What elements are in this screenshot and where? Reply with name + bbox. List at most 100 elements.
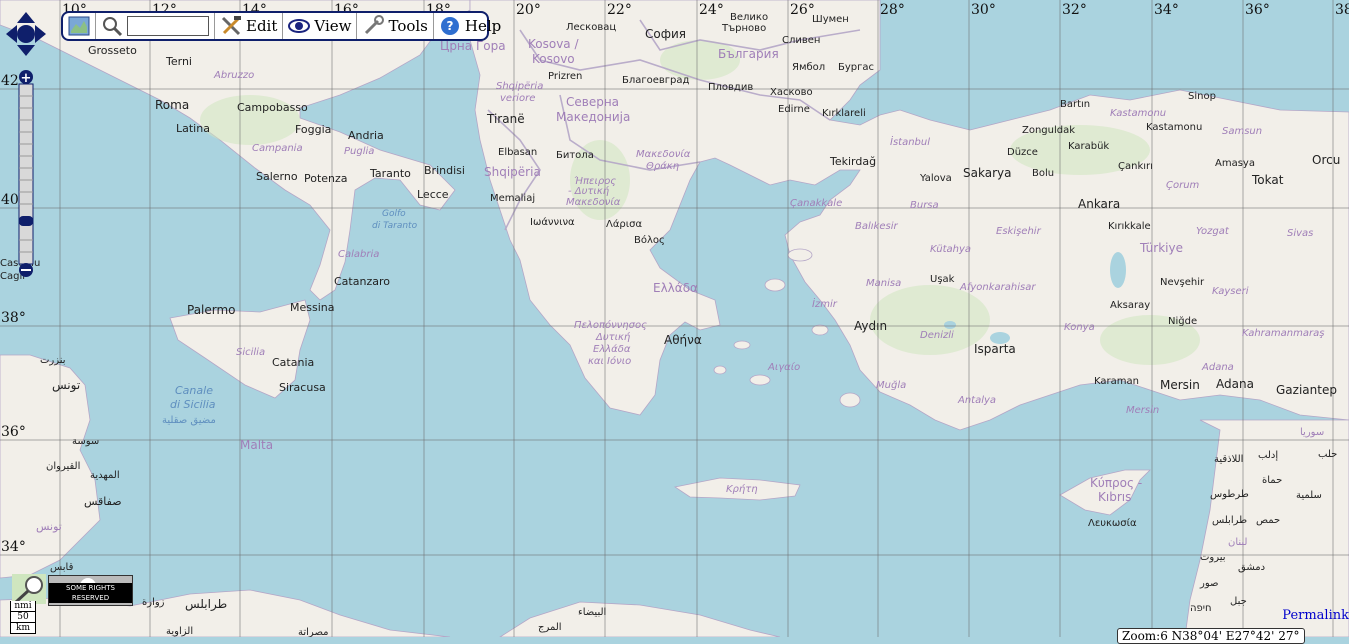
place-label: Messina	[290, 301, 335, 314]
help-icon: ?	[440, 17, 459, 35]
longitude-label: 36°	[1245, 2, 1270, 18]
place-label: Лесковац	[566, 22, 616, 33]
region-label: Muğla	[876, 380, 906, 391]
region-label: Afyonkarahisar	[959, 282, 1036, 293]
region-label: Kahramanmaraş	[1242, 328, 1324, 339]
place-label: Grosseto	[88, 44, 137, 57]
place-label: Edirne	[778, 104, 810, 115]
country-label: Северна	[566, 95, 619, 109]
pan-left-icon	[6, 25, 17, 43]
region-label: Denizli	[920, 330, 954, 341]
country-label: Κύπρος -	[1090, 476, 1142, 490]
magnifier-icon	[103, 17, 123, 37]
pan-down-icon	[17, 45, 35, 56]
place-label: Palermo	[187, 303, 236, 317]
region-label: Δυτική	[595, 331, 631, 343]
place-label: دمشق	[1238, 562, 1265, 573]
region-label: Campania	[252, 143, 303, 154]
sea-label: مضيق صقلية	[162, 415, 216, 426]
permalink-link[interactable]: Permalink	[1282, 608, 1349, 623]
region-label: Ελλάδα	[593, 343, 631, 355]
map-canvas[interactable]: 10° 12° 14° 16° 18° 20° 22° 24° 26° 28° 30° 32° 34° 3…	[0, 0, 1349, 637]
place-label: Adana	[1216, 377, 1254, 391]
layers-button[interactable]	[63, 13, 96, 39]
view-menu-button[interactable]: View	[283, 13, 358, 39]
pan-right-icon	[35, 25, 46, 43]
place-label: Karaman	[1094, 376, 1139, 387]
place-label: Велико	[730, 12, 768, 23]
region-label: Πελοπόννησος	[574, 319, 647, 331]
country-label: Kosovo	[532, 52, 575, 66]
place-label: Sakarya	[963, 166, 1011, 180]
place-label: Memaliaj	[490, 193, 535, 204]
place-label: قابس	[50, 562, 74, 573]
longitude-label: 38°	[1335, 2, 1349, 18]
region-label: Abruzzo	[213, 70, 254, 81]
region-label: Αιγαίο	[767, 361, 800, 373]
place-label: Шумен	[812, 14, 849, 25]
place-label: Благоевград	[622, 75, 690, 86]
search-box	[96, 13, 215, 39]
place-label: Kırklareli	[822, 108, 866, 119]
toolbar: Edit View Tools ? Help	[61, 11, 501, 41]
place-label: Λευκωσία	[1088, 517, 1137, 529]
map-layers-icon	[68, 16, 90, 36]
region-label: Sicilia	[236, 347, 265, 358]
longitude-label: 20°	[516, 2, 541, 18]
place-label: Latina	[176, 122, 210, 135]
region-label: Konya	[1064, 322, 1095, 333]
place-label: Kırıkkale	[1108, 221, 1151, 232]
region-label: Çorum	[1166, 180, 1200, 191]
region-label: Çanakkale	[790, 198, 842, 209]
place-label: Сливен	[782, 35, 820, 46]
sea-label: Canale	[175, 384, 213, 397]
place-label: الزاوية	[166, 626, 193, 637]
region-label: Μακεδονία	[566, 196, 621, 208]
place-label: Търново	[721, 23, 766, 34]
place-label: سلمية	[1296, 490, 1322, 501]
zoom-bar[interactable]: +	[16, 70, 36, 278]
place-label: Mersin	[1160, 378, 1200, 392]
region-label: Puglia	[344, 146, 374, 157]
latitude-label: 36°	[1, 424, 26, 440]
overview-magnifier-icon[interactable]	[12, 574, 46, 604]
license-text: SOME RIGHTS RESERVED	[49, 583, 132, 603]
tools-menu-button[interactable]: Tools	[357, 13, 434, 39]
edit-menu-button[interactable]: Edit	[215, 13, 284, 39]
scale-unit-top: nmi	[10, 601, 36, 612]
country-label: Ελλάδα	[653, 281, 698, 295]
cc-license-badge[interactable]: cc SOME RIGHTS RESERVED	[48, 575, 133, 606]
place-label: Aksaray	[1110, 300, 1150, 311]
place-label: إدلب	[1258, 450, 1278, 461]
place-label: Ямбол	[792, 62, 825, 73]
region-label: Yozgat	[1196, 226, 1230, 237]
place-label: Пловдив	[708, 82, 753, 93]
place-label: طرطوس	[1210, 489, 1249, 500]
eye-icon	[288, 19, 311, 33]
place-label: Siracusa	[279, 381, 326, 394]
search-input[interactable]	[127, 16, 209, 36]
region-label: Kayseri	[1212, 286, 1249, 297]
place-label: Хасково	[770, 87, 813, 98]
wrench-hammer-icon	[221, 16, 241, 36]
place-label: Taranto	[369, 167, 411, 180]
scale-value: 50	[10, 612, 36, 623]
region-label: Κρήτη	[726, 483, 758, 495]
region-label: Eskişehir	[996, 226, 1042, 237]
zoom-slider-handle	[19, 216, 33, 226]
longitude-label: 32°	[1062, 2, 1087, 18]
sea-label: di Taranto	[372, 221, 418, 231]
place-label: Sinop	[1188, 91, 1216, 102]
tools-icon	[365, 15, 385, 35]
pan-control[interactable]	[6, 12, 46, 56]
place-label: Potenza	[304, 172, 348, 185]
help-menu-button[interactable]: ? Help	[434, 13, 506, 39]
place-label: بيروت	[1200, 552, 1226, 563]
country-label: Kıbrıs	[1098, 490, 1131, 504]
place-label: Andria	[348, 129, 384, 142]
coordinates-readout: Zoom:6 N38°04' E27°42' 27°	[1117, 628, 1305, 644]
longitude-label: 34°	[1154, 2, 1179, 18]
place-label: Niğde	[1168, 315, 1197, 327]
country-label: Shqipëria	[484, 165, 541, 179]
place-label: المرج	[538, 622, 562, 633]
